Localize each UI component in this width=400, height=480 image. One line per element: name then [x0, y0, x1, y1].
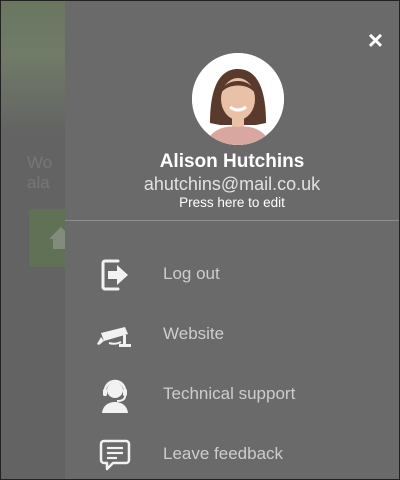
avatar-photo — [192, 53, 284, 145]
side-drawer: × Alison Hutchins ahutchins@mail.co.uk P… — [65, 1, 399, 479]
camera-icon — [97, 327, 131, 347]
menu-item-technical-support[interactable]: Technical support — [65, 365, 399, 425]
screen: Wo ala × Alison Hutchins ahutchins@mail.… — [0, 0, 400, 480]
headset-icon — [102, 379, 128, 413]
close-icon[interactable]: × — [368, 27, 383, 53]
menu-item-website[interactable]: Website — [65, 305, 399, 365]
edit-profile-link[interactable]: Press here to edit — [65, 195, 399, 210]
profile-name[interactable]: Alison Hutchins — [65, 151, 399, 173]
menu-item-leave-feedback[interactable]: Leave feedback — [65, 425, 399, 479]
avatar[interactable] — [192, 53, 284, 145]
menu-item-label: Leave feedback — [163, 444, 284, 463]
menu-item-label: Log out — [163, 264, 220, 283]
divider — [65, 220, 399, 221]
logout-icon — [101, 259, 128, 291]
drawer-menu: Log out Website Technical support Leave … — [65, 245, 399, 479]
feedback-icon — [99, 439, 131, 471]
menu-item-label: Technical support — [163, 384, 296, 403]
profile-email[interactable]: ahutchins@mail.co.uk — [65, 174, 399, 195]
menu-item-log-out[interactable]: Log out — [65, 245, 399, 305]
menu-item-label: Website — [163, 324, 225, 343]
